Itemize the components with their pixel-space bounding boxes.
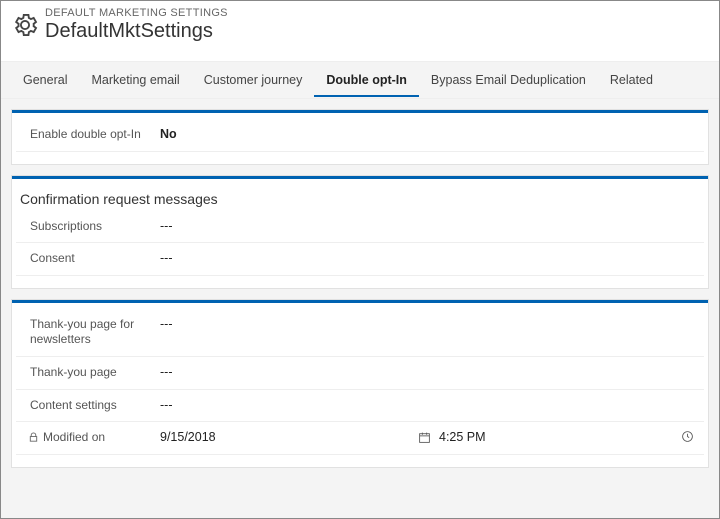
field-value: --- <box>160 251 700 265</box>
tab-bar: General Marketing email Customer journey… <box>1 61 719 99</box>
field-content-settings[interactable]: Content settings --- <box>16 390 704 423</box>
field-enable-double-opt-in[interactable]: Enable double opt-In No <box>16 119 704 152</box>
lock-icon <box>28 432 39 443</box>
section-enable: Enable double opt-In No <box>11 109 709 165</box>
field-value: No <box>160 127 700 141</box>
content-area: Enable double opt-In No Confirmation req… <box>1 99 719 518</box>
section-thankyou: Thank-you page for newsletters --- Thank… <box>11 299 709 468</box>
tab-marketing-email[interactable]: Marketing email <box>79 63 191 97</box>
field-label: Consent <box>20 251 160 267</box>
tab-bypass-dedup[interactable]: Bypass Email Deduplication <box>419 63 598 97</box>
field-label: Modified on <box>20 430 160 446</box>
modified-time: 4:25 PM <box>439 430 486 444</box>
field-label: Thank-you page for newsletters <box>20 317 160 348</box>
calendar-icon <box>418 431 431 444</box>
field-label: Content settings <box>20 398 160 414</box>
tab-related[interactable]: Related <box>598 63 665 97</box>
page-header: DEFAULT MARKETING SETTINGS DefaultMktSet… <box>1 1 719 61</box>
tab-general[interactable]: General <box>11 63 79 97</box>
field-consent[interactable]: Consent --- <box>16 243 704 276</box>
field-value: --- <box>160 219 700 233</box>
section-confirmation-messages: Confirmation request messages Subscripti… <box>11 175 709 289</box>
tab-double-opt-in[interactable]: Double opt-In <box>314 63 419 97</box>
field-value: --- <box>160 317 700 331</box>
gear-icon <box>11 11 39 39</box>
field-value: --- <box>160 398 700 412</box>
page-title: DefaultMktSettings <box>45 19 228 43</box>
app-frame: DEFAULT MARKETING SETTINGS DefaultMktSet… <box>0 0 720 519</box>
section-title: Confirmation request messages <box>16 185 704 211</box>
field-label: Enable double opt-In <box>20 127 160 143</box>
field-label: Thank-you page <box>20 365 160 381</box>
field-thankyou-page[interactable]: Thank-you page --- <box>16 357 704 390</box>
field-subscriptions[interactable]: Subscriptions --- <box>16 211 704 244</box>
clock-icon <box>681 430 694 443</box>
modified-date: 9/15/2018 <box>160 430 418 444</box>
field-modified-on[interactable]: Modified on 9/15/2018 4:25 PM <box>16 422 704 455</box>
field-thankyou-newsletters[interactable]: Thank-you page for newsletters --- <box>16 309 704 357</box>
field-label: Subscriptions <box>20 219 160 235</box>
field-value: --- <box>160 365 700 379</box>
tab-customer-journey[interactable]: Customer journey <box>192 63 315 97</box>
breadcrumb: DEFAULT MARKETING SETTINGS <box>45 7 228 19</box>
